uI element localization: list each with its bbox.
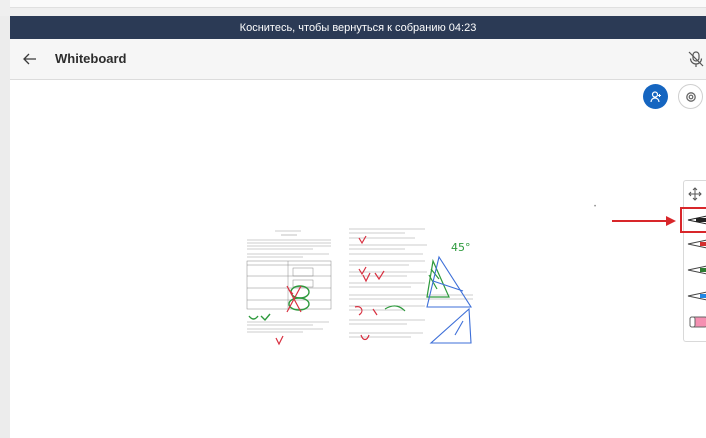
arrow-annotation-icon [612, 216, 676, 226]
window-top-strip [0, 0, 706, 16]
pen-icon [687, 239, 706, 249]
worksheet-page-left [243, 228, 335, 348]
eraser-icon [689, 316, 706, 328]
eraser-tool[interactable] [684, 311, 706, 333]
return-to-meeting-banner[interactable]: Коснитесь, чтобы вернуться к собранию 04… [10, 16, 706, 39]
settings-icon [685, 91, 696, 102]
move-icon[interactable] [684, 183, 706, 205]
pen-icon [687, 265, 706, 275]
arrow-left-icon[interactable] [20, 49, 40, 69]
worksheet-page-right: 45° [345, 225, 477, 349]
pen-icon [687, 291, 706, 301]
settings-button[interactable] [678, 84, 703, 109]
person-icon [649, 90, 661, 102]
participants-button[interactable] [643, 84, 668, 109]
canvas-dot-marker: • [594, 204, 597, 210]
handwritten-angle-label: 45° [451, 241, 471, 254]
selected-tool-highlight [680, 207, 706, 233]
window-top-edge [10, 0, 706, 8]
pen-green-tool[interactable] [684, 259, 706, 281]
banner-text: Коснитесь, чтобы вернуться к собранию 04… [239, 21, 477, 34]
mic-off-icon[interactable] [686, 49, 706, 69]
pen-red-tool[interactable] [684, 233, 706, 255]
app-header: Whiteboard [10, 39, 706, 80]
page-title: Whiteboard [55, 51, 127, 66]
pen-blue-tool[interactable] [684, 285, 706, 307]
ink-toolbar [683, 180, 706, 342]
